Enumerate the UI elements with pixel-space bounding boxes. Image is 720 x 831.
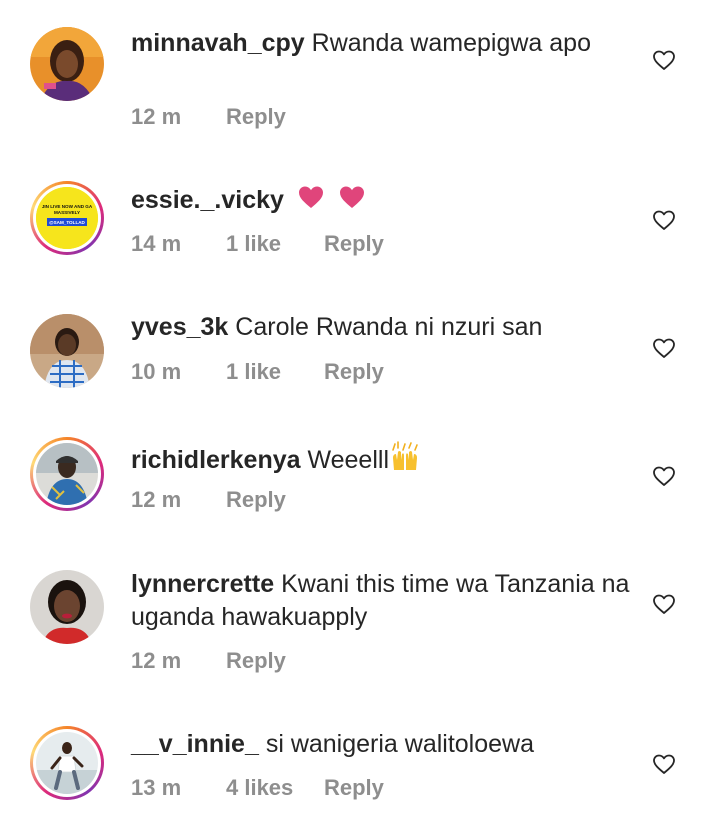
like-heart-icon[interactable] (652, 336, 676, 360)
comment-time: 12 m (131, 648, 182, 673)
like-count[interactable]: 1 like (226, 359, 324, 385)
profile-photo-person-standing-icon (36, 732, 98, 794)
promo-banner-avatar-icon: JIN LIVE NOW AND GA MASSIVELY @SAM_TOLLA… (36, 187, 98, 249)
comment-username[interactable]: __v_innie_ (131, 730, 259, 758)
avatar-banner-line-2: MASSIVELY (54, 210, 80, 215)
comment-time: 14 m (131, 231, 182, 256)
comment-username[interactable]: essie._.vicky (131, 186, 284, 214)
profile-photo-man-cap-icon (36, 443, 98, 505)
comment-time: 12 m (131, 487, 182, 512)
reply-button[interactable]: Reply (324, 231, 384, 257)
comment-username[interactable]: yves_3k (131, 313, 228, 341)
comment-text: Weeelll (307, 446, 390, 474)
comment-time: 13 m (131, 775, 182, 800)
comment-username[interactable]: lynnercrette (131, 570, 274, 598)
avatar-banner-line-1: JIN LIVE NOW AND GA (42, 204, 93, 209)
avatar-banner-line-3: @SAM_TOLLAD (49, 220, 85, 225)
comment-time: 10 m (131, 359, 182, 384)
raising-hands-emoji-icon (389, 440, 421, 472)
heart-emoji-icon (338, 184, 366, 210)
heart-emoji-icon (297, 184, 325, 210)
reply-button[interactable]: Reply (226, 487, 286, 513)
reply-button[interactable]: Reply (226, 648, 286, 674)
like-count[interactable]: 4 likes (226, 775, 324, 801)
comment-text: Rwanda wamepigwa apo (311, 29, 591, 57)
like-heart-icon[interactable] (652, 464, 676, 488)
comment-time: 12 m (131, 104, 182, 129)
avatar[interactable]: JIN LIVE NOW AND GA MASSIVELY @SAM_TOLLA… (30, 181, 104, 255)
avatar[interactable] (30, 27, 104, 101)
comment-text: Carole Rwanda ni nzuri san (235, 313, 543, 341)
comment-username[interactable]: minnavah_cpy (131, 29, 305, 57)
profile-photo-man-icon (30, 314, 104, 388)
like-heart-icon[interactable] (652, 48, 676, 72)
avatar[interactable] (30, 570, 104, 644)
profile-photo-woman-icon (30, 27, 104, 101)
comment-username[interactable]: richidlerkenya (131, 446, 301, 474)
comment-text: si wanigeria walitoloewa (265, 730, 535, 758)
like-count[interactable]: 1 like (226, 231, 324, 257)
reply-button[interactable]: Reply (324, 775, 384, 801)
avatar[interactable] (30, 314, 104, 388)
reply-button[interactable]: Reply (226, 104, 286, 130)
like-heart-icon[interactable] (652, 752, 676, 776)
like-heart-icon[interactable] (652, 592, 676, 616)
reply-button[interactable]: Reply (324, 359, 384, 385)
avatar[interactable] (30, 726, 104, 800)
profile-photo-woman-icon (30, 570, 104, 644)
like-heart-icon[interactable] (652, 208, 676, 232)
avatar[interactable] (30, 437, 104, 511)
